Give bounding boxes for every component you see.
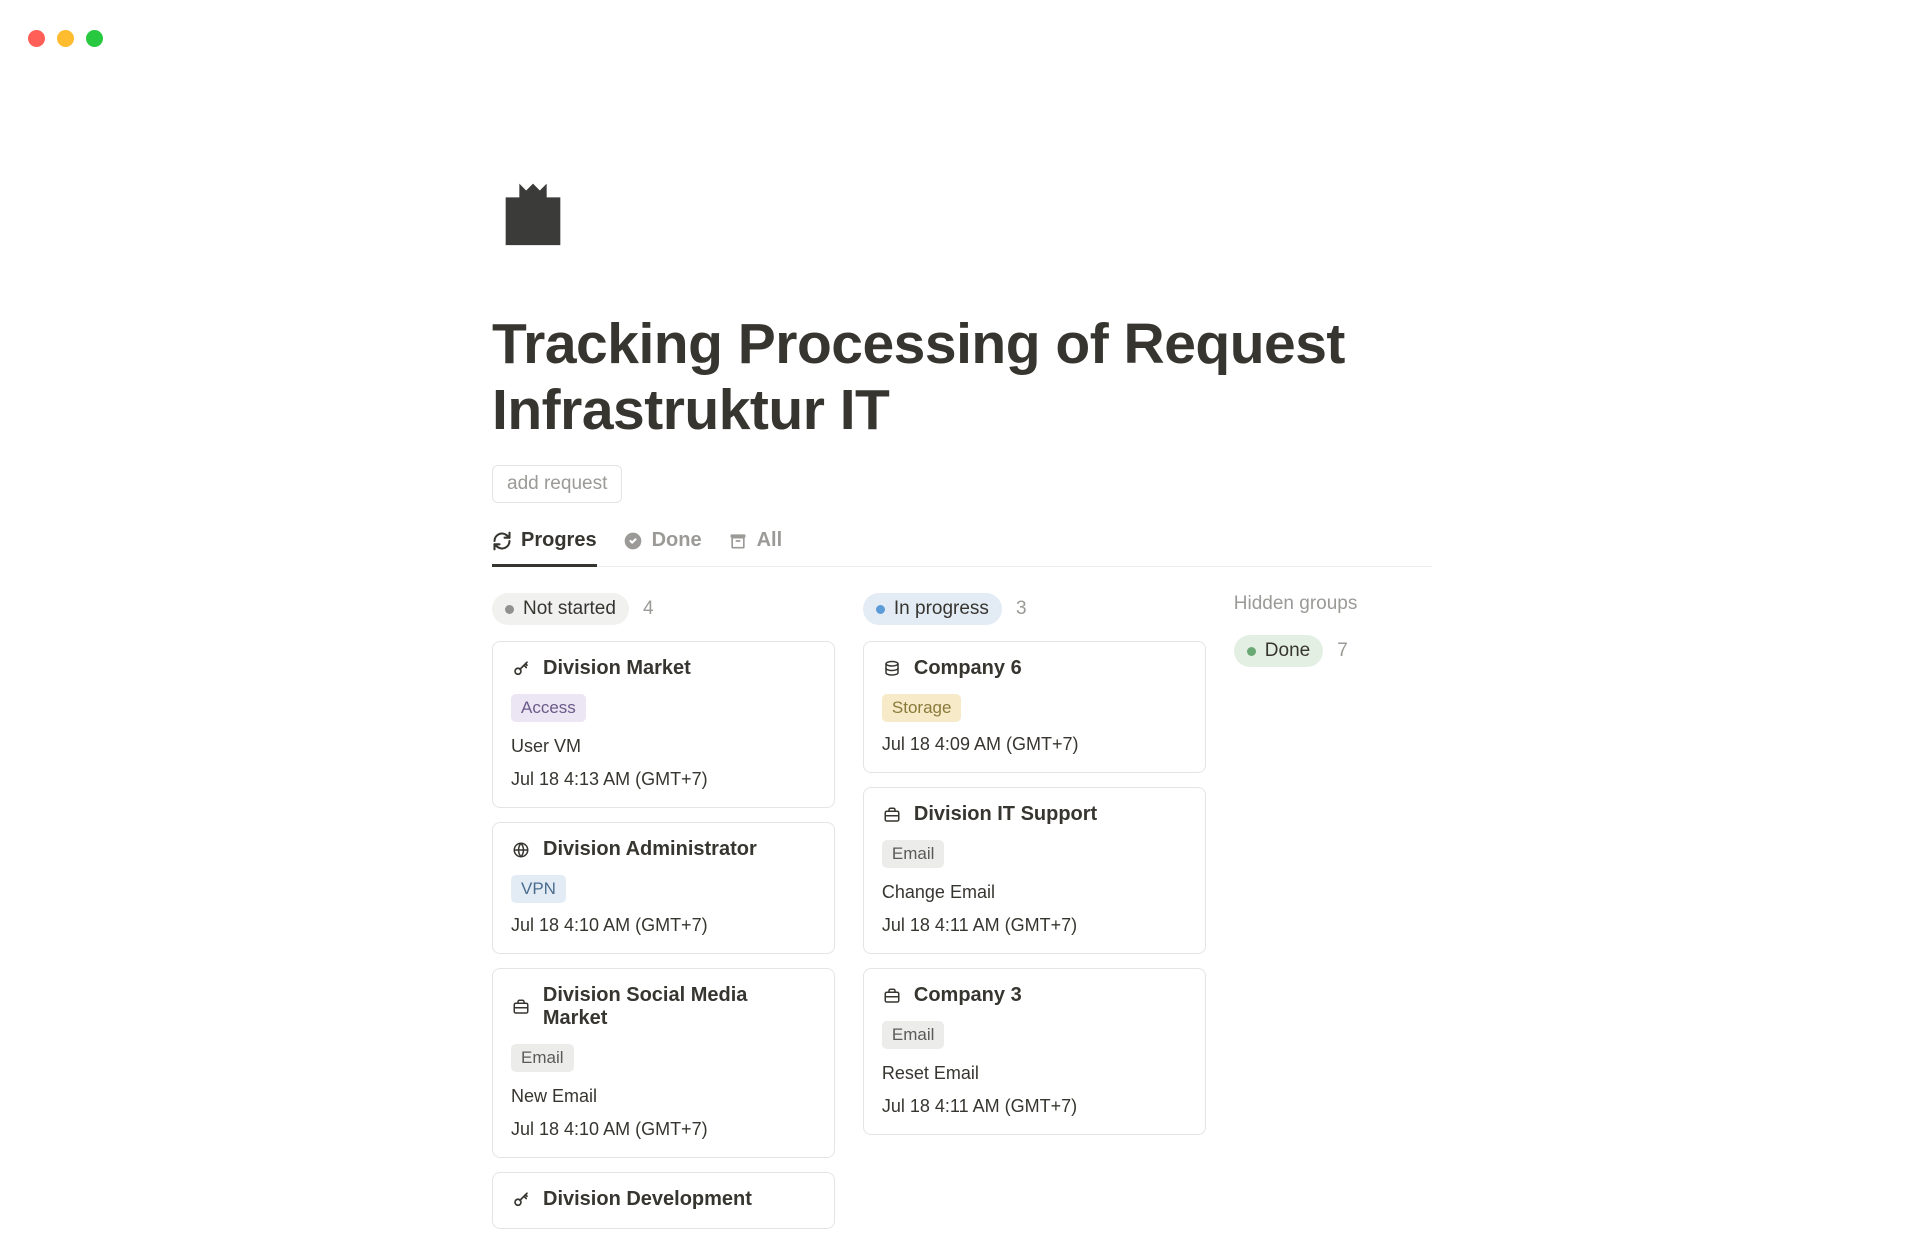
card-timestamp: Jul 18 4:09 AM (GMT+7) (882, 734, 1187, 755)
card-title-text: Company 6 (914, 657, 1022, 680)
card-title-text: Division Market (543, 657, 691, 680)
kanban-card[interactable]: Division IT Support Email Change Email Jul … (863, 787, 1206, 954)
check-circle-icon (623, 531, 643, 551)
card-tag: Access (511, 694, 586, 722)
kanban-card[interactable]: Division Market Access User VM Jul 18 4:13 … (492, 641, 835, 808)
key-icon (511, 660, 531, 678)
status-label: In progress (894, 598, 989, 620)
sync-icon (492, 531, 512, 551)
card-title-text: Division IT Support (914, 803, 1097, 826)
card-description: Change Email (882, 882, 1187, 903)
tab-label: Done (652, 529, 702, 552)
card-tag: VPN (511, 875, 566, 903)
page-icon (492, 170, 1432, 252)
card-description: Reset Email (882, 1063, 1187, 1084)
status-bullet (876, 605, 885, 614)
status-label: Not started (523, 598, 616, 620)
card-timestamp: Jul 18 4:11 AM (GMT+7) (882, 915, 1187, 936)
status-bullet (1247, 647, 1256, 656)
hidden-group-count: 7 (1337, 640, 1348, 662)
page-title: Tracking Processing of Request Infrastru… (492, 312, 1432, 443)
card-description: New Email (511, 1086, 816, 1107)
column-count: 4 (643, 598, 654, 620)
minimize-window-button[interactable] (57, 30, 74, 47)
hidden-group-row[interactable]: Done 7 (1234, 635, 1432, 667)
archive-icon (728, 531, 748, 551)
briefcase-icon (511, 998, 531, 1016)
status-label: Done (1265, 640, 1310, 662)
status-pill: Done (1234, 635, 1323, 667)
view-tabs: Progres Done All (492, 529, 1432, 567)
card-tag: Storage (882, 694, 962, 722)
database-icon (882, 660, 902, 678)
card-timestamp: Jul 18 4:13 AM (GMT+7) (511, 769, 816, 790)
card-description: User VM (511, 736, 816, 757)
card-tag: Email (882, 1021, 945, 1049)
hidden-groups-title: Hidden groups (1234, 593, 1432, 615)
status-bullet (505, 605, 514, 614)
briefcase-icon (882, 987, 902, 1005)
maximize-window-button[interactable] (86, 30, 103, 47)
card-tag: Email (882, 840, 945, 868)
tab-label: All (757, 529, 783, 552)
status-pill[interactable]: In progress (863, 593, 1002, 625)
column-header: In progress 3 (863, 593, 1206, 625)
card-title-text: Division Social Media Market (543, 984, 816, 1030)
globe-icon (511, 841, 531, 859)
card-timestamp: Jul 18 4:10 AM (GMT+7) (511, 915, 816, 936)
kanban-board: Not started 4 Division Market Access User VM… (492, 593, 1432, 1243)
column-in_progress: In progress 3 Company 6 Storage Jul 18 4:09 … (863, 593, 1206, 1149)
card-timestamp: Jul 18 4:11 AM (GMT+7) (882, 1096, 1187, 1117)
card-tag: Email (511, 1044, 574, 1072)
briefcase-icon (882, 806, 902, 824)
card-title-text: Company 3 (914, 984, 1022, 1007)
card-title-text: Division Administrator (543, 838, 757, 861)
status-pill[interactable]: Not started (492, 593, 629, 625)
card-timestamp: Jul 18 4:10 AM (GMT+7) (511, 1119, 816, 1140)
kanban-card[interactable]: Company 6 Storage Jul 18 4:09 AM (GMT+7) (863, 641, 1206, 773)
tab-progres[interactable]: Progres (492, 529, 597, 567)
close-window-button[interactable] (28, 30, 45, 47)
hidden-groups-column: Hidden groups Done 7 (1234, 593, 1432, 667)
column-count: 3 (1016, 598, 1027, 620)
tab-label: Progres (521, 529, 597, 552)
kanban-card[interactable]: Division Development (492, 1172, 835, 1229)
kanban-card[interactable]: Division Social Media Market Email New Ema… (492, 968, 835, 1158)
add-request-button[interactable]: add request (492, 465, 622, 503)
kanban-card[interactable]: Company 3 Email Reset Email Jul 18 4:11 AM … (863, 968, 1206, 1135)
kanban-card[interactable]: Division Administrator VPN Jul 18 4:10 AM … (492, 822, 835, 954)
column-header: Not started 4 (492, 593, 835, 625)
window-traffic-lights (28, 30, 103, 47)
tab-done[interactable]: Done (623, 529, 702, 567)
column-not_started: Not started 4 Division Market Access User VM… (492, 593, 835, 1243)
tab-all[interactable]: All (728, 529, 783, 567)
